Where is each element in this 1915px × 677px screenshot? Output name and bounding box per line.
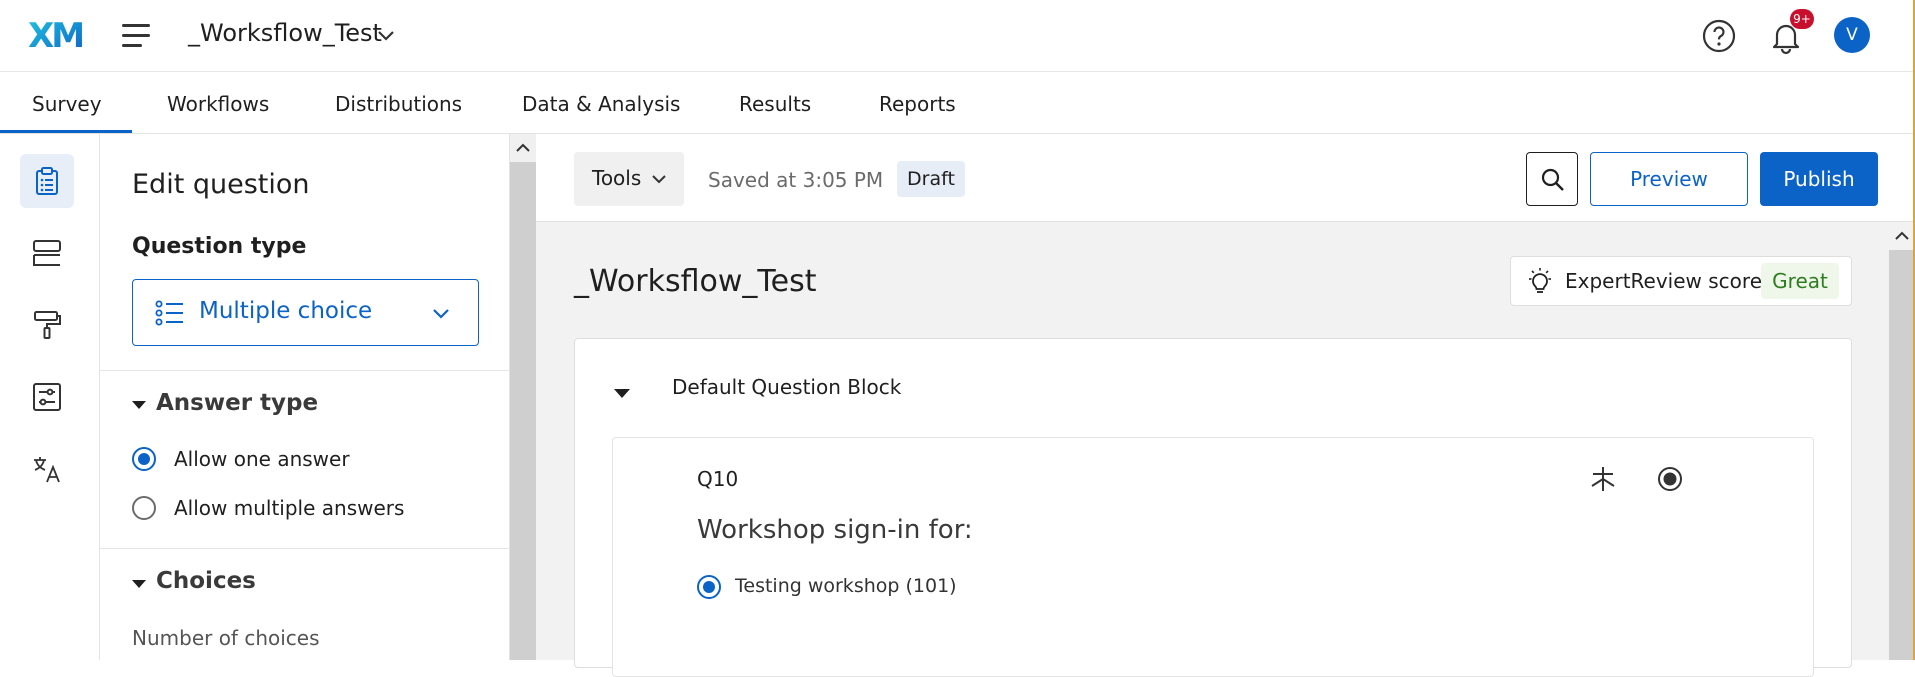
main-tabs: Survey Workflows Distributions Data & An… xyxy=(0,72,1915,134)
active-tab-indicator xyxy=(0,130,132,133)
allow-multiple-answers-label[interactable]: Allow multiple answers xyxy=(174,496,404,520)
block-collapse-icon[interactable] xyxy=(614,389,630,398)
question-type-label: Question type xyxy=(132,234,307,259)
scroll-up-arrow-icon[interactable] xyxy=(1889,222,1915,250)
section-divider xyxy=(100,370,510,371)
edit-panel-scrollbar[interactable] xyxy=(510,134,536,660)
allow-one-answer-radio[interactable] xyxy=(132,447,156,471)
expert-review-label: ExpertReview score xyxy=(1565,269,1762,293)
tab-results[interactable]: Results xyxy=(739,92,811,116)
tab-distributions[interactable]: Distributions xyxy=(335,92,462,116)
tools-label: Tools xyxy=(592,166,642,190)
hamburger-menu-icon[interactable] xyxy=(116,18,156,54)
translate-icon[interactable] xyxy=(20,442,74,496)
preview-button[interactable]: Preview xyxy=(1590,152,1748,206)
search-icon xyxy=(1540,167,1566,197)
question-type-dropdown[interactable]: Multiple choice xyxy=(132,279,479,346)
lightbulb-icon xyxy=(1525,267,1555,301)
survey-title[interactable]: _Worksflow_Test xyxy=(574,264,816,299)
question-type-value: Multiple choice xyxy=(199,298,373,324)
number-of-choices-label: Number of choices xyxy=(132,626,320,650)
answer-type-collapse-icon[interactable] xyxy=(132,401,146,409)
tab-survey[interactable]: Survey xyxy=(32,92,102,116)
logo-text: XM xyxy=(28,16,82,52)
survey-options-icon[interactable] xyxy=(20,370,74,424)
chevron-down-icon xyxy=(650,170,668,192)
choices-heading[interactable]: Choices xyxy=(156,568,256,594)
choices-collapse-icon[interactable] xyxy=(132,580,146,588)
required-asterisk-icon[interactable] xyxy=(1588,464,1618,494)
xm-logo[interactable]: XM xyxy=(28,16,88,56)
chevron-down-icon xyxy=(431,304,451,328)
saved-status-text: Saved at 3:05 PM xyxy=(708,168,884,192)
scroll-up-arrow-icon[interactable] xyxy=(510,134,536,162)
answer-choice-radio[interactable] xyxy=(697,575,721,599)
chevron-down-icon[interactable] xyxy=(376,26,396,46)
help-icon[interactable] xyxy=(1701,18,1737,54)
notification-count-badge: 9+ xyxy=(1790,9,1814,29)
canvas-scrollbar[interactable] xyxy=(1889,222,1915,660)
question-text[interactable]: Workshop sign-in for: xyxy=(697,515,973,545)
tools-dropdown-button[interactable]: Tools xyxy=(574,152,684,206)
question-card[interactable] xyxy=(612,437,1814,677)
tab-reports[interactable]: Reports xyxy=(879,92,956,116)
edit-panel-title: Edit question xyxy=(132,169,310,200)
section-divider xyxy=(100,548,510,549)
answer-type-heading[interactable]: Answer type xyxy=(156,390,318,416)
draft-status-badge: Draft xyxy=(897,161,965,197)
tool-rail xyxy=(0,134,100,660)
allow-multiple-answers-radio[interactable] xyxy=(132,496,156,520)
answer-choice-label[interactable]: Testing workshop (101) xyxy=(735,575,957,597)
publish-button[interactable]: Publish xyxy=(1760,152,1878,206)
project-title[interactable]: _Worksflow_Test xyxy=(188,19,382,47)
single-choice-radio-icon xyxy=(1655,464,1685,494)
allow-one-answer-label[interactable]: Allow one answer xyxy=(174,447,350,471)
expert-review-score[interactable]: ExpertReview score Great xyxy=(1510,256,1852,306)
blocks-icon[interactable] xyxy=(20,226,74,280)
multiple-choice-list-icon xyxy=(155,300,185,330)
block-title[interactable]: Default Question Block xyxy=(672,375,901,399)
expert-review-score-badge: Great xyxy=(1761,263,1839,299)
tab-workflows[interactable]: Workflows xyxy=(167,92,269,116)
search-button[interactable] xyxy=(1526,152,1578,206)
question-number[interactable]: Q10 xyxy=(697,467,738,491)
paint-roller-icon[interactable] xyxy=(20,298,74,352)
survey-clipboard-icon[interactable] xyxy=(20,154,74,208)
tab-data-analysis[interactable]: Data & Analysis xyxy=(522,92,680,116)
user-avatar[interactable]: V xyxy=(1834,17,1870,53)
